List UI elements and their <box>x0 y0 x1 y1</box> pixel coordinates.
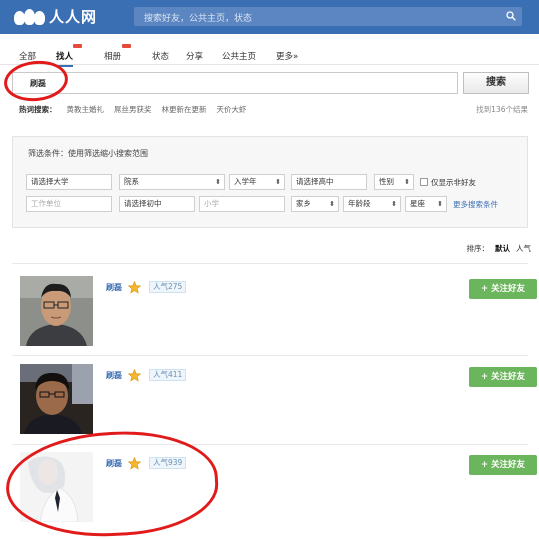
search-category-tabs: 全部 找人 相册 状态 分享 公共主页 更多» <box>0 44 539 67</box>
non-friends-checkbox[interactable] <box>420 178 428 186</box>
select-arrow-icon: ⬍ <box>215 178 221 186</box>
sort-default[interactable]: 默认 <box>495 243 510 254</box>
follow-button[interactable]: + 关注好友 <box>469 455 537 475</box>
junior-high-field[interactable]: 请选择初中 <box>119 196 195 212</box>
new-badge-icon <box>122 44 131 48</box>
hot-search-bar: 热词搜索： 黄教主婚礼 屌丝男获奖 林更新在更新 天价大虾 <box>19 104 247 115</box>
enroll-year-value: 入学年 <box>234 177 257 186</box>
constellation-value: 星座 <box>410 199 425 208</box>
avatar-photo-2 <box>20 364 93 434</box>
top-search-placeholder: 搜索好友，公共主页，状态 <box>144 14 253 24</box>
nav-divider <box>0 64 539 65</box>
filter-title: 筛选条件：使用筛选缩小搜索范围 <box>28 149 148 158</box>
popularity-badge: 人气275 <box>149 281 187 293</box>
primary-placeholder: 小学 <box>204 199 219 208</box>
user-name[interactable]: 刷磊 <box>106 370 122 381</box>
hot-search-term[interactable]: 黄教主婚礼 <box>67 104 105 115</box>
select-arrow-icon: ⬍ <box>329 200 335 208</box>
avatar[interactable] <box>20 364 93 434</box>
university-field[interactable]: 请选择大学 <box>26 174 112 190</box>
sort-bar: 排序： 默认 人气 <box>467 243 532 254</box>
hometown-value: 家乡 <box>296 199 311 208</box>
sort-popularity[interactable]: 人气 <box>516 243 531 254</box>
hometown-select[interactable]: 家乡 ⬍ <box>291 196 339 212</box>
new-badge-icon <box>73 44 82 48</box>
tab-people[interactable]: 找人 <box>56 50 74 67</box>
workplace-placeholder: 工作单位 <box>31 199 61 208</box>
popularity-badge: 人气411 <box>149 369 187 381</box>
tab-more[interactable]: 更多» <box>276 50 298 62</box>
row-divider <box>12 263 528 264</box>
people-search-input[interactable]: 刷磊 <box>12 72 458 94</box>
department-select[interactable]: 院系 ⬍ <box>119 174 225 190</box>
tab-albums[interactable]: 相册 <box>104 50 121 62</box>
search-icon[interactable] <box>506 11 516 21</box>
select-arrow-icon: ⬍ <box>437 200 443 208</box>
gender-select[interactable]: 性别 ⬍ <box>374 174 414 190</box>
high-school-value: 请选择高中 <box>296 177 334 186</box>
department-value: 院系 <box>124 177 139 186</box>
hot-search-term[interactable]: 天价大虾 <box>217 104 247 115</box>
age-group-value: 年龄段 <box>348 199 371 208</box>
logo-mark-icon <box>14 7 46 27</box>
high-school-field[interactable]: 请选择高中 <box>291 174 367 190</box>
top-bar: 人人网 搜索好友，公共主页，状态 <box>0 0 539 34</box>
workplace-field[interactable]: 工作单位 <box>26 196 112 212</box>
enroll-year-select[interactable]: 入学年 ⬍ <box>229 174 285 190</box>
select-arrow-icon: ⬍ <box>404 178 410 186</box>
renren-logo[interactable]: 人人网 <box>14 6 97 27</box>
select-arrow-icon: ⬍ <box>275 178 281 186</box>
primary-school-field[interactable]: 小学 <box>199 196 285 212</box>
hot-search-term[interactable]: 林更新在更新 <box>162 104 207 115</box>
result-count: 找到136个结果 <box>476 105 528 114</box>
logo-text: 人人网 <box>49 8 98 26</box>
tab-share[interactable]: 分享 <box>186 50 203 62</box>
junior-high-value: 请选择初中 <box>124 199 162 208</box>
tab-public-pages[interactable]: 公共主页 <box>222 50 256 62</box>
tab-status[interactable]: 状态 <box>152 50 169 62</box>
row-divider <box>12 355 528 356</box>
avatar[interactable] <box>20 276 93 346</box>
follow-button[interactable]: + 关注好友 <box>469 367 537 387</box>
gender-value: 性别 <box>379 177 394 186</box>
top-search-input[interactable]: 搜索好友，公共主页，状态 <box>134 7 522 26</box>
avatar-photo-1 <box>20 276 93 346</box>
star-icon <box>128 369 141 382</box>
hot-search-term[interactable]: 屌丝男获奖 <box>114 104 152 115</box>
follow-button[interactable]: + 关注好友 <box>469 279 537 299</box>
star-icon <box>128 281 141 294</box>
filter-panel: 筛选条件：使用筛选缩小搜索范围 请选择大学 院系 ⬍ 入学年 ⬍ 请选择高中 性别 ⬍… <box>12 136 528 228</box>
age-group-select[interactable]: 年龄段 ⬍ <box>343 196 401 212</box>
select-arrow-icon: ⬍ <box>391 200 397 208</box>
search-button[interactable]: 搜索 <box>463 72 529 94</box>
more-conditions-link[interactable]: 更多搜索条件 <box>453 199 498 210</box>
user-name[interactable]: 刷磊 <box>106 282 122 293</box>
university-value: 请选择大学 <box>31 177 69 186</box>
sort-label: 排序： <box>466 244 490 253</box>
hot-search-label: 热词搜索： <box>19 105 57 114</box>
constellation-select[interactable]: 星座 ⬍ <box>405 196 447 212</box>
non-friends-label: 仅显示非好友 <box>431 178 476 187</box>
